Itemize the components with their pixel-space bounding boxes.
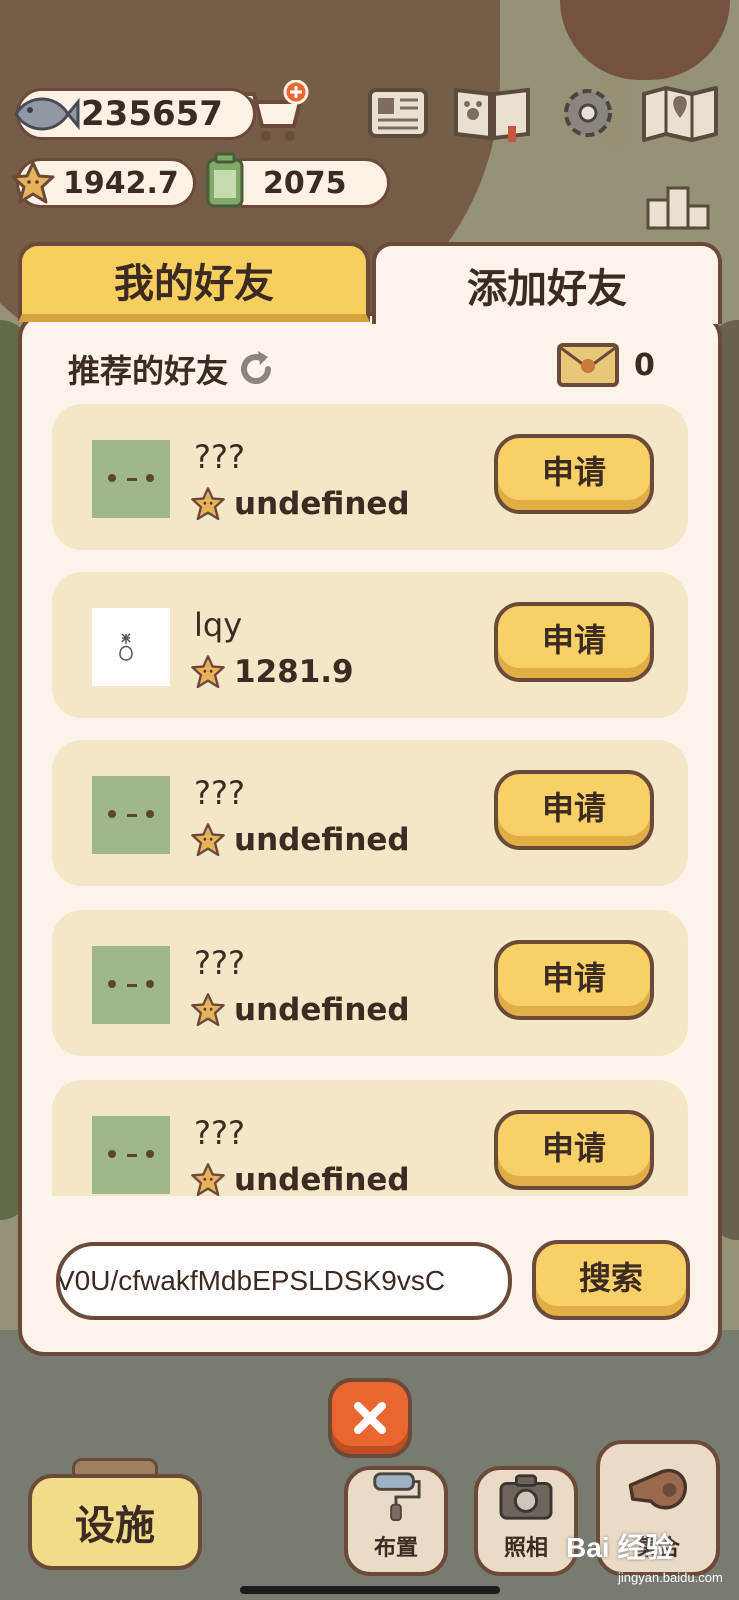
shop-cart-icon[interactable] (240, 80, 310, 144)
star-icon (191, 1163, 225, 1196)
search-button[interactable]: 搜索 (532, 1240, 690, 1320)
search-input-value: V0U/cfwakfMdbEPSLDSK9vsC (56, 1265, 446, 1296)
camera-icon (499, 1474, 553, 1520)
star-icon (191, 993, 225, 1027)
star-icon (191, 487, 225, 521)
avatar (92, 946, 170, 1024)
apply-button[interactable]: 申请 (494, 434, 654, 514)
recommended-header: 推荐的好友 (68, 346, 276, 392)
friend-name: ??? (194, 1114, 245, 1152)
map-icon (642, 86, 718, 142)
apply-button[interactable]: 申请 (494, 940, 654, 1020)
envelope-icon[interactable] (556, 342, 620, 388)
layout-button[interactable]: 布置 (344, 1466, 448, 1576)
avatar-sketch-icon (119, 633, 133, 661)
newspaper-icon (368, 88, 428, 138)
friend-card: lqy 1281.9 申请 (52, 572, 688, 718)
friend-score: undefined (234, 1162, 410, 1196)
paw-book-icon (454, 87, 530, 142)
friend-name: lqy (194, 606, 243, 644)
friend-name: ??? (194, 774, 245, 812)
star-icon (11, 161, 55, 204)
friend-score: undefined (234, 486, 410, 522)
fish-count: 235657 (81, 94, 223, 134)
envelope-count: 0 (634, 348, 655, 383)
close-button[interactable] (328, 1378, 412, 1458)
battery-icon (206, 152, 244, 208)
recommended-list[interactable]: ??? undefined 申请 lqy 1281.9 申请 ??? undef… (40, 404, 700, 1196)
map-button[interactable] (640, 82, 720, 144)
friend-name: ??? (194, 944, 245, 982)
friend-card: ??? undefined 申请 (52, 740, 688, 886)
facility-button[interactable]: 设施 (28, 1474, 202, 1570)
settings-button[interactable] (556, 82, 620, 144)
recommended-title: 推荐的好友 (68, 352, 229, 390)
whistle-icon (628, 1468, 687, 1510)
friend-score: undefined (234, 992, 410, 1028)
photo-label: 照相 (503, 1536, 548, 1561)
gear-icon (564, 89, 612, 137)
tab-my-friends[interactable]: 我的好友 (18, 242, 370, 322)
layout-label: 布置 (373, 1536, 418, 1561)
friend-name: ??? (194, 438, 245, 476)
friend-card: ??? undefined 申请 (52, 1080, 688, 1196)
fish-icon (14, 97, 80, 131)
star-icon (191, 823, 225, 857)
avatar (92, 776, 170, 854)
refresh-icon[interactable] (236, 349, 276, 389)
friend-score: undefined (234, 822, 410, 858)
star-count: 1942.7 (63, 165, 179, 201)
avatar (92, 608, 170, 686)
paint-roller-icon (373, 1472, 421, 1522)
tab-add-friends-label: 添加好友 (467, 266, 627, 312)
ranking-icon[interactable] (646, 182, 710, 230)
apply-button[interactable]: 申请 (494, 602, 654, 682)
paw-book-button[interactable] (452, 82, 532, 144)
close-icon (354, 1402, 386, 1434)
friend-card: ??? undefined 申请 (52, 404, 688, 550)
friend-id-search-input[interactable]: V0U/cfwakfMdbEPSLDSK9vsC (56, 1242, 512, 1320)
apply-button[interactable]: 申请 (494, 1110, 654, 1190)
photo-button[interactable]: 照相 (474, 1466, 578, 1576)
watermark-url: jingyan.baidu.com (618, 1570, 723, 1585)
watermark-logo: Bai 经验 (566, 1532, 674, 1563)
newspaper-button[interactable] (366, 82, 430, 144)
facility-label: 设施 (75, 1503, 155, 1549)
avatar (92, 1116, 170, 1194)
star-icon (191, 655, 225, 689)
friend-card: ??? undefined 申请 (52, 910, 688, 1056)
battery-count: 2075 (263, 165, 347, 201)
tab-my-friends-label: 我的好友 (114, 261, 274, 307)
home-indicator[interactable] (240, 1586, 500, 1594)
avatar (92, 440, 170, 518)
friend-score: 1281.9 (234, 654, 354, 690)
apply-button[interactable]: 申请 (494, 770, 654, 850)
